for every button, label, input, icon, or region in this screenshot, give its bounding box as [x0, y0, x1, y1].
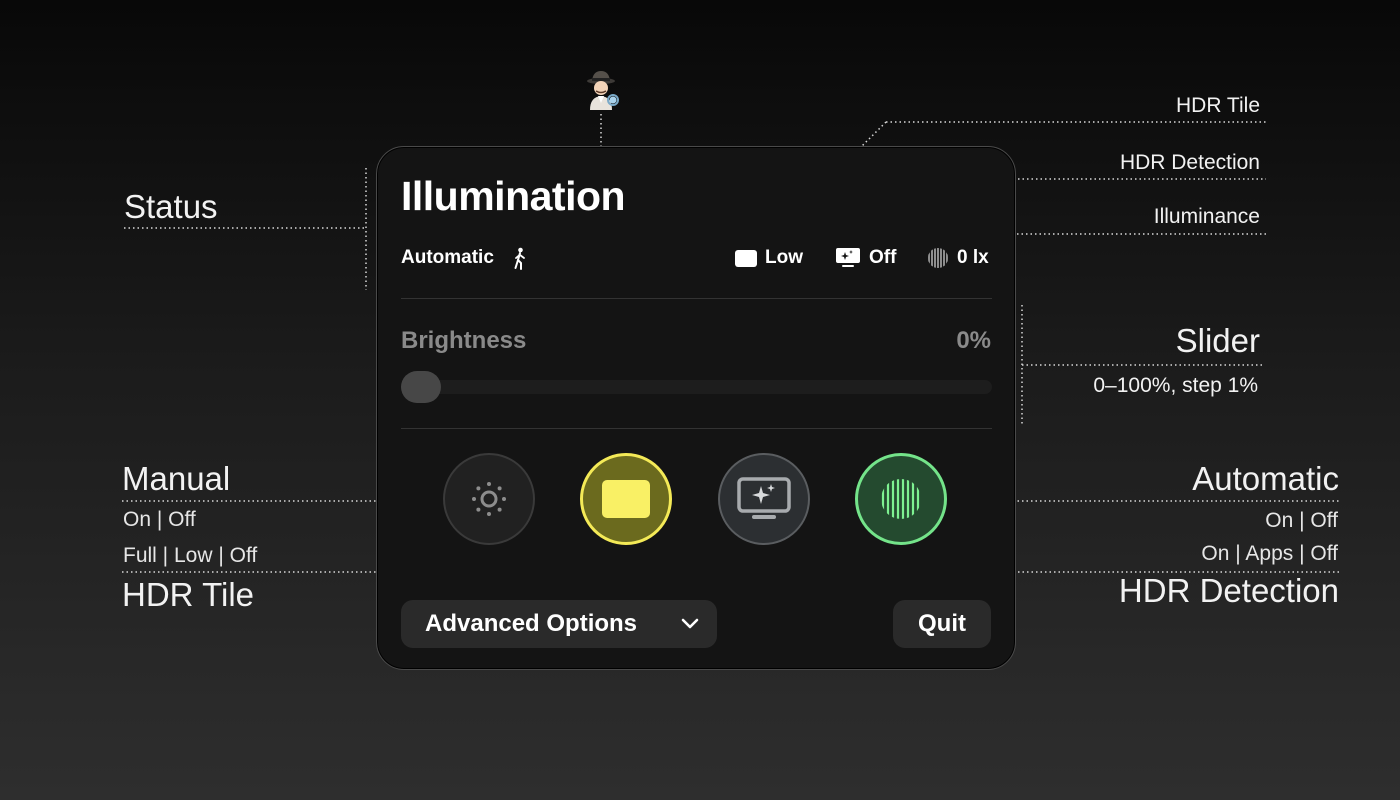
slider-annotation: Slider: [1175, 322, 1260, 359]
status-illuminance-value: 0 lx: [957, 247, 989, 268]
illumination-popover: Illumination Automatic Low Off 0 lx Brig…: [376, 146, 1016, 670]
tile-icon: [735, 249, 757, 267]
status-annotation: Status: [124, 188, 218, 225]
hdr-detection-annotation-desc: On | Apps | Off: [1201, 542, 1338, 565]
brightness-slider-thumb[interactable]: [401, 371, 441, 403]
divider: [401, 428, 992, 429]
monitor-sparkle-icon: [836, 248, 860, 267]
manual-annotation: Manual: [122, 460, 231, 497]
chevron-down-icon: [681, 618, 699, 629]
hdr-tile-button[interactable]: [580, 453, 672, 545]
advanced-options-label: Advanced Options: [425, 610, 638, 637]
sun-icon: [472, 482, 506, 516]
hdr-tile-annotation-desc: Full | Low | Off: [123, 544, 258, 567]
manual-annotation-desc: On | Off: [123, 508, 196, 531]
hdr-tile-annotation-bottom: HDR Tile: [122, 576, 255, 613]
tile-icon: [602, 480, 650, 518]
automatic-button[interactable]: [855, 453, 947, 545]
panel-title: Illumination: [401, 173, 626, 219]
status-illuminance: 0 lx: [927, 247, 989, 269]
hdr-tile-annotation-top: HDR Tile: [1175, 94, 1260, 117]
walking-person-icon: [514, 247, 525, 270]
divider: [401, 298, 992, 299]
light-sensor-icon: [881, 479, 920, 519]
automatic-annotation-desc: On | Off: [1265, 509, 1338, 532]
brightness-value: 0%: [956, 327, 991, 354]
brightness-label: Brightness: [401, 327, 527, 354]
brightness-slider-track[interactable]: [401, 380, 992, 394]
manual-button[interactable]: [443, 453, 535, 545]
quit-button[interactable]: Quit: [893, 600, 991, 648]
hdr-detection-button[interactable]: [718, 453, 810, 545]
illuminance-annotation: Illuminance: [1153, 205, 1260, 228]
status-mode: Automatic: [401, 247, 494, 268]
status-hdr-tile-value: Low: [765, 247, 803, 268]
status-hdr-detection-value: Off: [869, 247, 897, 268]
status-hdr-tile: Low: [735, 247, 803, 269]
slider-annotation-desc: 0–100%, step 1%: [1093, 374, 1258, 397]
monitor-sparkle-icon: [737, 477, 791, 519]
light-sensor-icon: [928, 248, 948, 268]
status-hdr-detection: Off: [835, 247, 896, 269]
advanced-options-button[interactable]: Advanced Options: [401, 600, 717, 648]
automatic-annotation: Automatic: [1192, 460, 1339, 497]
hdr-detection-annotation-top: HDR Detection: [1119, 151, 1260, 174]
hdr-detection-annotation-bottom: HDR Detection: [1118, 572, 1339, 609]
detective-icon: [587, 71, 619, 110]
